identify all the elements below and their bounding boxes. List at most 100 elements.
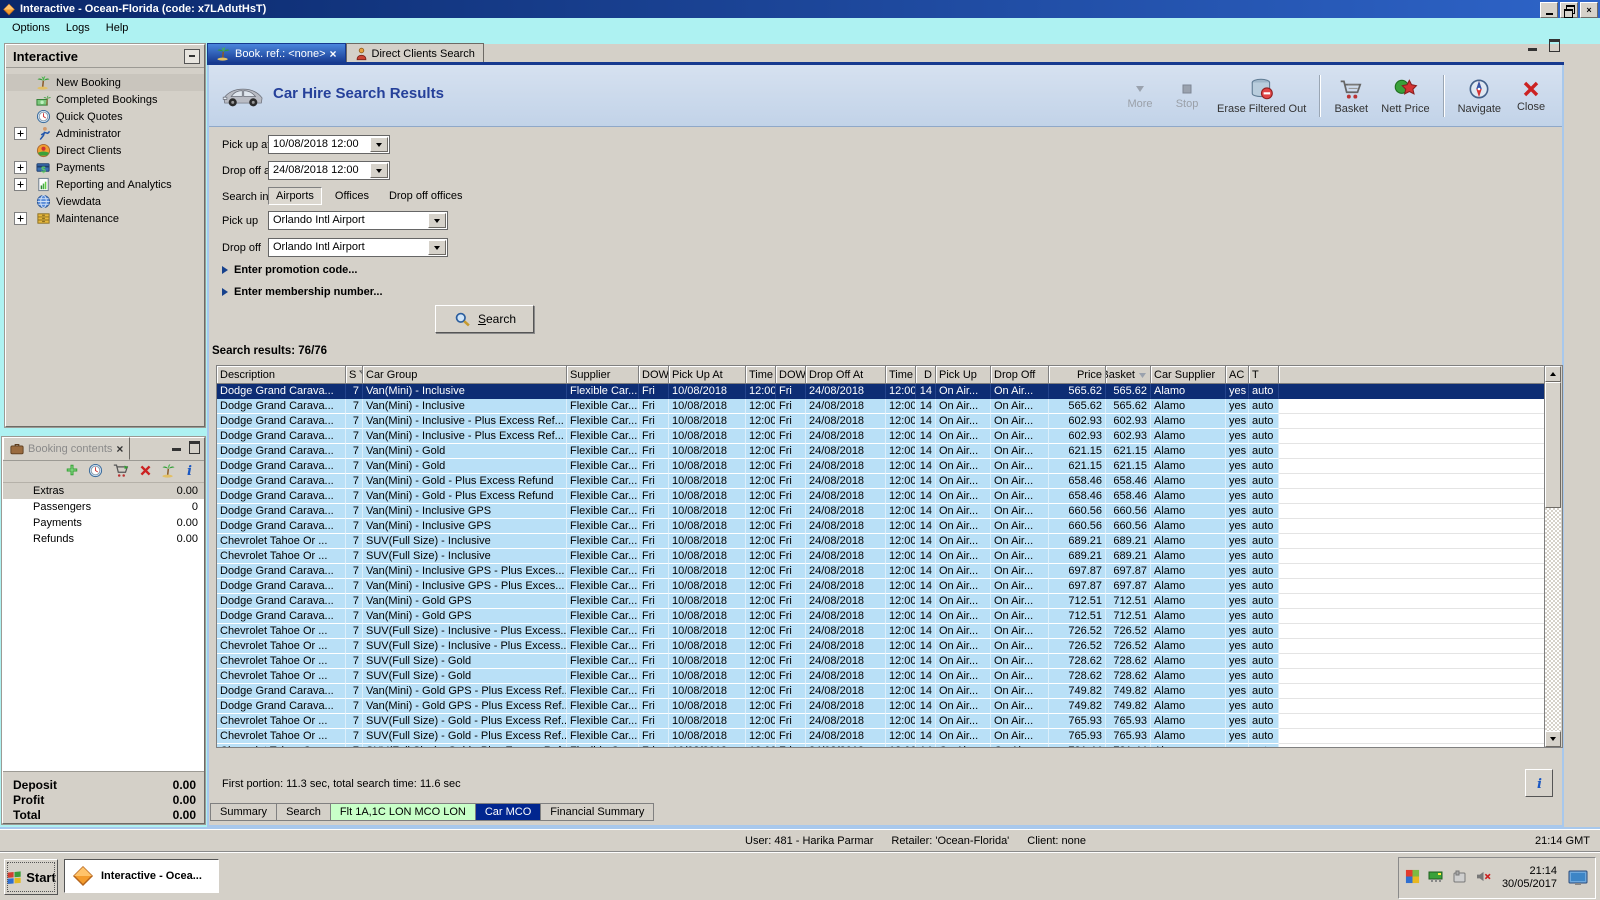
chevron-down-icon[interactable] — [428, 213, 446, 228]
bottom-tab-flt-1a-1c-lon-mco-lon[interactable]: Flt 1A,1C LON MCO LON — [330, 803, 476, 821]
pickup-location-select[interactable]: Orlando Intl Airport — [268, 211, 448, 230]
tab-direct-clients-search[interactable]: Direct Clients Search — [345, 43, 484, 63]
expand-icon[interactable] — [14, 127, 27, 140]
booking-toolbar-info-button[interactable]: i — [185, 463, 194, 481]
toolbar-basket-button[interactable]: Basket — [1334, 77, 1368, 115]
result-row[interactable]: Dodge Grand Carava... 7 Van(Mini) - Inclus… — [217, 579, 1562, 594]
result-row[interactable]: Chevrolet Tahoe Or ...7SUV(Full Size) - … — [217, 714, 1562, 729]
tray-network[interactable] — [1428, 870, 1444, 886]
start-button[interactable]: Start — [4, 859, 58, 895]
result-row[interactable]: Dodge Grand Carava... 7 Van(Mini) - Gold G… — [217, 699, 1562, 714]
booking-toolbar-new-booking-button[interactable] — [161, 463, 176, 481]
scrollbar-thumb[interactable] — [1545, 382, 1561, 508]
tab-book-ref-none[interactable]: Book. ref.: <none> × — [207, 43, 346, 63]
toolbar-stop-button[interactable]: Stop — [1170, 82, 1204, 110]
booking-row-refunds[interactable]: Refunds 0.00 — [3, 531, 204, 547]
result-row[interactable]: Chevrolet Tahoe Or ...7SUV(Full Size) - … — [217, 549, 1562, 564]
tray-antivirus[interactable] — [1405, 869, 1420, 887]
column-header-ac-16[interactable]: AC — [1226, 366, 1249, 384]
booking-toolbar-move-to-basket-button[interactable] — [112, 463, 130, 481]
chevron-down-icon[interactable] — [428, 240, 446, 255]
result-row[interactable]: Chevrolet Tahoe Or ...7SUV(Full Size) - … — [217, 669, 1562, 684]
toolbar-navigate-button[interactable]: Navigate — [1458, 77, 1501, 115]
sidebar-item-maintenance[interactable]: Maintenance — [6, 210, 204, 227]
search-in-option-offices[interactable]: Offices — [328, 188, 376, 204]
restore-button[interactable] — [1560, 2, 1578, 18]
result-row[interactable]: Dodge Grand Carava... 7 Van(Mini) - Inclus… — [217, 429, 1562, 444]
bottom-tab-summary[interactable]: Summary — [210, 803, 278, 821]
result-row[interactable]: Dodge Grand Carava... 7 Van(Mini) - Inclus… — [217, 519, 1562, 534]
booking-row-passengers[interactable]: Passengers 0 — [3, 499, 204, 515]
minimize-view-icon[interactable] — [1528, 47, 1537, 51]
dropoff-at-field[interactable]: 24/08/2018 12:00 — [268, 161, 390, 180]
expand-icon[interactable] — [14, 178, 27, 191]
vertical-scrollbar[interactable] — [1544, 366, 1562, 747]
sidebar-item-new-booking[interactable]: New Booking — [6, 74, 204, 91]
result-row[interactable]: Dodge Grand Carava... 7 Van(Mini) - Gold G… — [217, 594, 1562, 609]
collapse-panel-button[interactable] — [184, 48, 200, 64]
tab-close-icon[interactable]: × — [330, 47, 337, 61]
result-row[interactable]: Chevrolet Tahoe Or ...7SUV(Full Size) - … — [217, 729, 1562, 744]
column-header-car-supplier-15[interactable]: Car Supplier — [1151, 366, 1226, 384]
result-row[interactable]: Dodge Grand Carava... 7 Van(Mini) - Inclus… — [217, 504, 1562, 519]
column-header-drop-off-12[interactable]: Drop Off — [991, 366, 1049, 384]
result-row[interactable]: Chevrolet Tahoe Or ...7SUV(Full Size) - … — [217, 639, 1562, 654]
column-header-dow-4[interactable]: DOW — [639, 366, 669, 384]
result-row[interactable]: Chevrolet Tahoe Or ...7SUV(Full Size) - … — [217, 534, 1562, 549]
result-row[interactable]: Chevrolet Tahoe Or ...7SUV(Full Size) - … — [217, 654, 1562, 669]
result-row[interactable]: Dodge Grand Carava... 7 Van(Mini) - Gold Fl… — [217, 444, 1562, 459]
scroll-down-button[interactable] — [1545, 731, 1561, 747]
close-panel-icon[interactable]: × — [116, 442, 123, 456]
result-row[interactable]: Dodge Grand Carava... 7 Van(Mini) - Gold G… — [217, 609, 1562, 624]
toolbar-close-button[interactable]: Close — [1514, 79, 1548, 113]
pickup-at-field[interactable]: 10/08/2018 12:00 — [268, 135, 390, 154]
result-row[interactable]: Dodge Grand Carava... 7 Van(Mini) - Gold Fl… — [217, 459, 1562, 474]
result-row[interactable]: Dodge Grand Carava... 7 Van(Mini) - Gold G… — [217, 684, 1562, 699]
result-row[interactable]: Dodge Grand Carava... 7 Van(Mini) - Gold -… — [217, 489, 1562, 504]
expand-icon[interactable] — [14, 161, 27, 174]
column-header-pick-up-at-5[interactable]: Pick Up At — [669, 366, 746, 384]
close-button[interactable]: × — [1580, 2, 1598, 18]
column-header-time-9[interactable]: Time — [886, 366, 916, 384]
column-header-basket-14[interactable]: Basket — [1106, 366, 1151, 384]
scroll-up-button[interactable] — [1545, 366, 1561, 382]
sidebar-item-administrator[interactable]: Administrator — [6, 125, 204, 142]
booking-toolbar-delete-button[interactable] — [139, 464, 152, 480]
promotion-code-expander[interactable]: Enter promotion code... — [222, 264, 357, 276]
menu-item-logs[interactable]: Logs — [58, 20, 98, 36]
column-header-car-group-2[interactable]: Car Group — [363, 366, 567, 384]
toolbar-more-button[interactable]: More — [1123, 82, 1157, 110]
menu-item-options[interactable]: Options — [4, 20, 58, 36]
sidebar-item-viewdata[interactable]: Viewdata — [6, 193, 204, 210]
maximize-icon[interactable] — [189, 441, 200, 454]
chevron-down-icon[interactable] — [370, 137, 388, 152]
tray-device[interactable] — [1452, 870, 1467, 886]
booking-toolbar-availability-button[interactable] — [88, 463, 103, 481]
booking-contents-tab[interactable]: Booking contents × — [3, 437, 131, 460]
maximize-view-icon[interactable] — [1549, 39, 1560, 52]
taskbar-item-interactive[interactable]: Interactive - Ocea... — [64, 859, 219, 893]
bottom-tab-car-mco[interactable]: Car MCO — [475, 803, 542, 821]
minimize-button[interactable] — [1540, 2, 1558, 18]
toolbar-nett-price-button[interactable]: Nett Price — [1381, 77, 1430, 115]
column-header-supplier-3[interactable]: Supplier — [567, 366, 639, 384]
sidebar-item-reporting-and-analytics[interactable]: Reporting and Analytics — [6, 176, 204, 193]
search-in-option-airports[interactable]: Airports — [268, 187, 322, 205]
toolbar-erase-filtered-out-button[interactable]: Erase Filtered Out — [1217, 77, 1306, 115]
chevron-down-icon[interactable] — [370, 163, 388, 178]
tray-volume-muted[interactable] — [1475, 870, 1492, 886]
minimize-icon[interactable] — [172, 448, 181, 451]
result-row[interactable]: Dodge Grand Carava... 7 Van(Mini) - Inclus… — [217, 384, 1562, 399]
bottom-tab-financial-summary[interactable]: Financial Summary — [541, 803, 655, 821]
result-row[interactable]: Dodge Grand Carava... 7 Van(Mini) - Inclus… — [217, 414, 1562, 429]
sidebar-item-payments[interactable]: $ Payments — [6, 159, 204, 176]
search-button[interactable]: Search — [435, 305, 534, 333]
column-header-dow-7[interactable]: DOW — [776, 366, 806, 384]
result-row[interactable]: Dodge Grand Carava... 7 Van(Mini) - Gold -… — [217, 474, 1562, 489]
info-button[interactable]: i — [1525, 769, 1553, 797]
sidebar-item-direct-clients[interactable]: Direct Clients — [6, 142, 204, 159]
search-in-option-drop-off-offices[interactable]: Drop off offices — [382, 188, 470, 204]
column-header-t-17[interactable]: T — [1249, 366, 1279, 384]
column-header-description-0[interactable]: Description — [217, 366, 346, 384]
dropoff-location-select[interactable]: Orlando Intl Airport — [268, 238, 448, 257]
